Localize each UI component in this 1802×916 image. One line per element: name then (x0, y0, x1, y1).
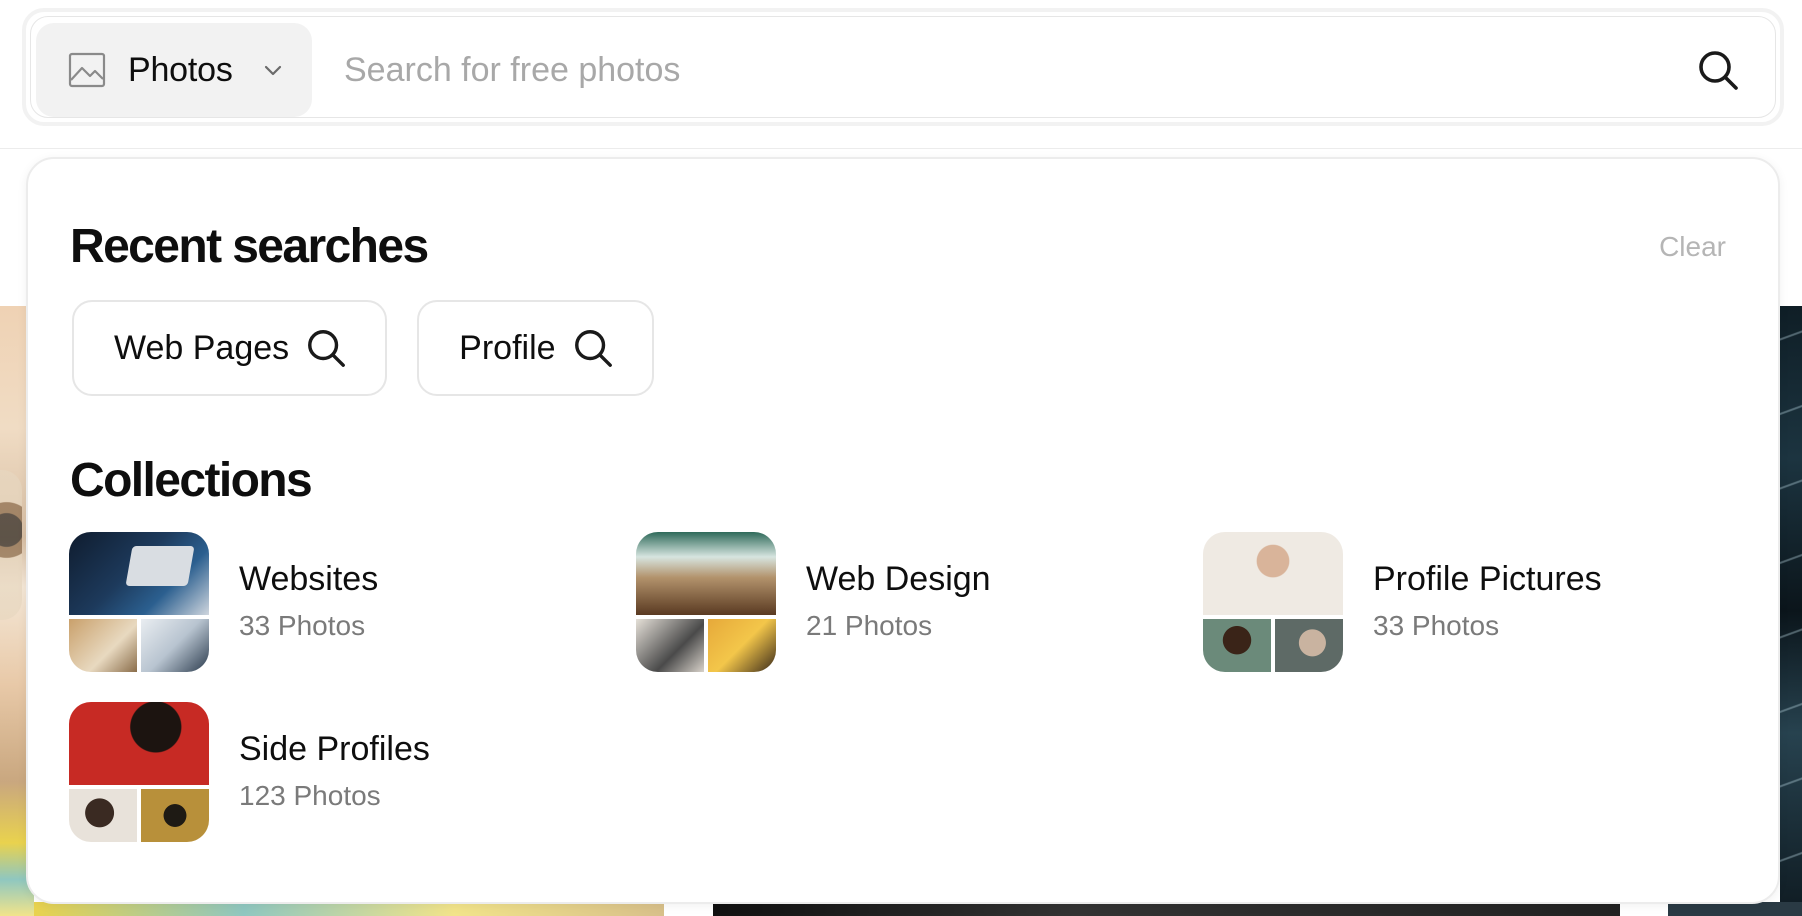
collection-item-side-profiles[interactable]: Side Profiles 123 Photos (69, 702, 589, 844)
collection-thumbnail (1203, 532, 1343, 672)
background-photo-bottom-left[interactable] (34, 902, 664, 916)
collection-name: Side Profiles (239, 730, 430, 768)
image-icon (68, 52, 106, 88)
collection-photo-small (69, 619, 137, 672)
search-icon (574, 330, 612, 367)
collection-item-websites[interactable]: Websites 33 Photos (69, 532, 589, 674)
recent-search-chip[interactable]: Profile (417, 300, 654, 396)
collections-title: Collections (70, 454, 313, 507)
collection-photo-main (1203, 532, 1343, 615)
collection-name: Web Design (806, 560, 991, 598)
recent-searches-list: Web Pages Profile (72, 300, 654, 396)
recent-search-chip[interactable]: Web Pages (72, 300, 388, 396)
background-photo-bottom-center[interactable] (713, 902, 1620, 916)
recent-search-label: Web Pages (114, 328, 290, 367)
collection-photo-small (1275, 619, 1343, 672)
search-suggestions-dropdown: Recent searches Clear Web Pages Profile … (26, 157, 1780, 904)
collection-item-web-design[interactable]: Web Design 21 Photos (636, 532, 1156, 674)
collection-count: 33 Photos (239, 610, 366, 641)
page: Photos Recent searches Clear Web Pages (0, 0, 1802, 916)
clear-recent-button[interactable]: Clear (1659, 231, 1726, 263)
chevron-down-icon (264, 65, 282, 76)
collection-photo-main (636, 532, 776, 615)
collection-count: 123 Photos (239, 780, 381, 811)
collection-photo-main (69, 702, 209, 785)
recent-search-label: Profile (459, 328, 556, 367)
collection-item-profile-pictures[interactable]: Profile Pictures 33 Photos (1203, 532, 1723, 674)
background-photo-detail (0, 470, 22, 620)
media-type-label: Photos (128, 51, 233, 89)
collection-thumbnail (69, 702, 209, 842)
collection-count: 21 Photos (806, 610, 933, 641)
header-divider (0, 148, 1802, 149)
search-bar: Photos (22, 8, 1784, 126)
search-icon (308, 330, 346, 367)
collection-photo-small (69, 789, 137, 842)
collection-thumbnail (636, 532, 776, 672)
collection-photo-small (1203, 619, 1271, 672)
collection-name: Websites (239, 560, 379, 598)
collection-photo-main (69, 532, 209, 615)
media-type-select[interactable]: Photos (36, 23, 312, 117)
search-input[interactable] (344, 34, 1644, 106)
background-photo-bottom-right[interactable] (1668, 902, 1802, 916)
recent-searches-title: Recent searches (70, 220, 429, 273)
collection-photo-small (636, 619, 704, 672)
collection-photo-small (141, 789, 209, 842)
collection-name: Profile Pictures (1373, 560, 1602, 598)
collection-count: 33 Photos (1373, 610, 1500, 641)
collection-photo-small (141, 619, 209, 672)
collection-thumbnail (69, 532, 209, 672)
search-icon[interactable] (1696, 48, 1740, 92)
collection-photo-small (708, 619, 776, 672)
background-photo-right[interactable] (1780, 306, 1802, 916)
